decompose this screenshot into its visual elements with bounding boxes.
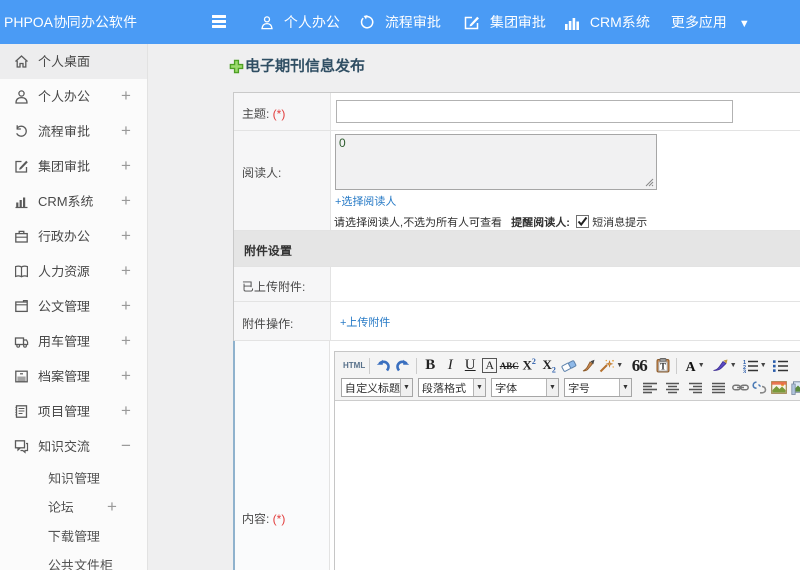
svg-text:3: 3 xyxy=(743,369,746,373)
svg-text:T: T xyxy=(660,362,666,372)
svg-text:A: A xyxy=(685,360,696,372)
